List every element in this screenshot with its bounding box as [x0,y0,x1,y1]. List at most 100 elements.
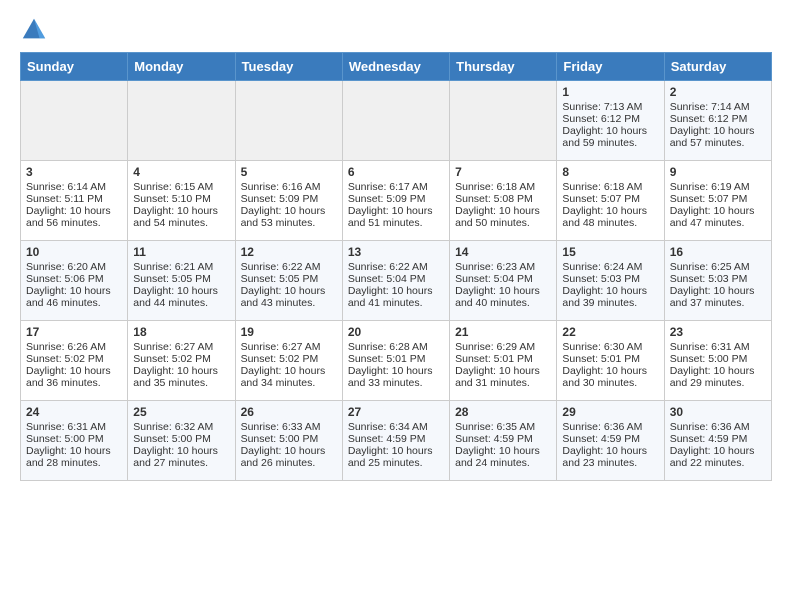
day-number: 25 [133,405,229,419]
day-info: Sunset: 5:01 PM [562,353,658,365]
day-info: Daylight: 10 hours and 23 minutes. [562,445,658,469]
day-info: Sunset: 5:02 PM [241,353,337,365]
day-number: 3 [26,165,122,179]
day-info: Sunrise: 6:14 AM [26,181,122,193]
calendar-cell: 3Sunrise: 6:14 AMSunset: 5:11 PMDaylight… [21,161,128,241]
day-info: Daylight: 10 hours and 29 minutes. [670,365,766,389]
calendar-cell: 11Sunrise: 6:21 AMSunset: 5:05 PMDayligh… [128,241,235,321]
calendar-cell: 13Sunrise: 6:22 AMSunset: 5:04 PMDayligh… [342,241,449,321]
day-info: Daylight: 10 hours and 30 minutes. [562,365,658,389]
day-info: Daylight: 10 hours and 39 minutes. [562,285,658,309]
day-info: Daylight: 10 hours and 31 minutes. [455,365,551,389]
calendar-week-2: 3 Sunrise: 6:14 AMSunset: 5:11 PM Daylight… [21,161,772,241]
day-info: Daylight: 10 hours and 33 minutes. [348,365,444,389]
day-info: Sunset: 5:03 PM [670,273,766,285]
calendar-cell: 19Sunrise: 6:27 AMSunset: 5:02 PMDayligh… [235,321,342,401]
calendar-cell: 26Sunrise: 6:33 AMSunset: 5:00 PMDayligh… [235,401,342,481]
day-number: 17 [26,325,122,339]
day-info: Daylight: 10 hours and 54 minutes. [133,205,229,229]
day-info: Sunset: 5:11 PM [26,193,122,205]
calendar-table: SundayMondayTuesdayWednesdayThursdayFrid… [20,52,772,481]
weekday-header-tuesday: Tuesday [235,53,342,81]
weekday-header-saturday: Saturday [664,53,771,81]
day-info: Daylight: 10 hours and 26 minutes. [241,445,337,469]
day-info: Sunrise: 6:28 AM [348,341,444,353]
weekday-header-friday: Friday [557,53,664,81]
day-info: Daylight: 10 hours and 50 minutes. [455,205,551,229]
day-info: Daylight: 10 hours and 41 minutes. [348,285,444,309]
day-info: Sunset: 5:03 PM [562,273,658,285]
day-number: 1 [562,85,658,99]
day-number: 20 [348,325,444,339]
day-info: Sunset: 5:00 PM [241,433,337,445]
day-info: Sunrise: 7:13 AM [562,101,658,113]
day-number: 22 [562,325,658,339]
header [20,16,772,44]
day-info: Daylight: 10 hours and 24 minutes. [455,445,551,469]
day-info: Sunrise: 6:16 AM [241,181,337,193]
day-info: Sunset: 5:08 PM [455,193,551,205]
calendar-cell: 15Sunrise: 6:24 AMSunset: 5:03 PMDayligh… [557,241,664,321]
day-info: Sunrise: 6:24 AM [562,261,658,273]
calendar-cell: 2Sunrise: 7:14 AMSunset: 6:12 PMDaylight… [664,81,771,161]
day-info: Daylight: 10 hours and 28 minutes. [26,445,122,469]
weekday-header-row: SundayMondayTuesdayWednesdayThursdayFrid… [21,53,772,81]
calendar-cell: 12Sunrise: 6:22 AMSunset: 5:05 PMDayligh… [235,241,342,321]
day-info: Sunset: 6:12 PM [670,113,766,125]
day-info: Daylight: 10 hours and 57 minutes. [670,125,766,149]
calendar-cell: 10Sunrise: 6:20 AMSunset: 5:06 PMDayligh… [21,241,128,321]
calendar-week-1: 1Sunrise: 7:13 AMSunset: 6:12 PMDaylight… [21,81,772,161]
day-number: 24 [26,405,122,419]
day-number: 9 [670,165,766,179]
day-number: 29 [562,405,658,419]
day-info: Sunset: 4:59 PM [670,433,766,445]
day-info: Sunset: 5:06 PM [26,273,122,285]
day-info: Sunrise: 6:19 AM [670,181,766,193]
day-number: 7 [455,165,551,179]
calendar-cell: 30Sunrise: 6:36 AMSunset: 4:59 PMDayligh… [664,401,771,481]
calendar-cell: 24Sunrise: 6:31 AMSunset: 5:00 PMDayligh… [21,401,128,481]
logo-icon [20,16,48,44]
day-number: 5 [241,165,337,179]
day-info: Sunset: 5:05 PM [133,273,229,285]
day-info: Sunset: 4:59 PM [348,433,444,445]
day-info: Sunset: 5:02 PM [26,353,122,365]
day-info: Daylight: 10 hours and 25 minutes. [348,445,444,469]
day-info: Sunrise: 6:18 AM [562,181,658,193]
day-info: Sunrise: 6:25 AM [670,261,766,273]
calendar-cell: 7 Sunrise: 6:18 AMSunset: 5:08 PMDaylight… [450,161,557,241]
day-info: Daylight: 10 hours and 37 minutes. [670,285,766,309]
day-number: 14 [455,245,551,259]
day-info: Sunrise: 6:23 AM [455,261,551,273]
day-info: Daylight: 10 hours and 22 minutes. [670,445,766,469]
calendar-cell [450,81,557,161]
day-info: Sunset: 5:09 PM [348,193,444,205]
day-info: Sunset: 6:12 PM [562,113,658,125]
day-info: Sunrise: 6:22 AM [348,261,444,273]
day-info: Sunrise: 6:33 AM [241,421,337,433]
calendar-cell: 17 Sunrise: 6:26 AMSunset: 5:02 PMDayligh… [21,321,128,401]
day-info: Daylight: 10 hours and 35 minutes. [133,365,229,389]
day-info: Sunrise: 6:32 AM [133,421,229,433]
day-info: Sunset: 5:01 PM [455,353,551,365]
day-info: Sunrise: 6:36 AM [562,421,658,433]
weekday-header-monday: Monday [128,53,235,81]
weekday-header-wednesday: Wednesday [342,53,449,81]
day-info: Sunrise: 6:26 AM [26,341,122,353]
day-info: Sunset: 5:00 PM [133,433,229,445]
day-number: 8 [562,165,658,179]
day-info: Sunset: 5:10 PM [133,193,229,205]
day-info: Daylight: 10 hours and 36 minutes. [26,365,122,389]
day-info: Sunset: 4:59 PM [562,433,658,445]
day-info: Daylight: 10 hours and 43 minutes. [241,285,337,309]
day-number: 6 [348,165,444,179]
day-info: Daylight: 10 hours and 44 minutes. [133,285,229,309]
day-info: Daylight: 10 hours and 51 minutes. [348,205,444,229]
day-info: Sunrise: 6:22 AM [241,261,337,273]
day-info: Sunset: 5:04 PM [348,273,444,285]
day-number: 23 [670,325,766,339]
calendar-cell: 27Sunrise: 6:34 AMSunset: 4:59 PMDayligh… [342,401,449,481]
day-info: Daylight: 10 hours and 27 minutes. [133,445,229,469]
day-info: Sunrise: 6:31 AM [670,341,766,353]
day-info: Sunrise: 6:18 AM [455,181,551,193]
